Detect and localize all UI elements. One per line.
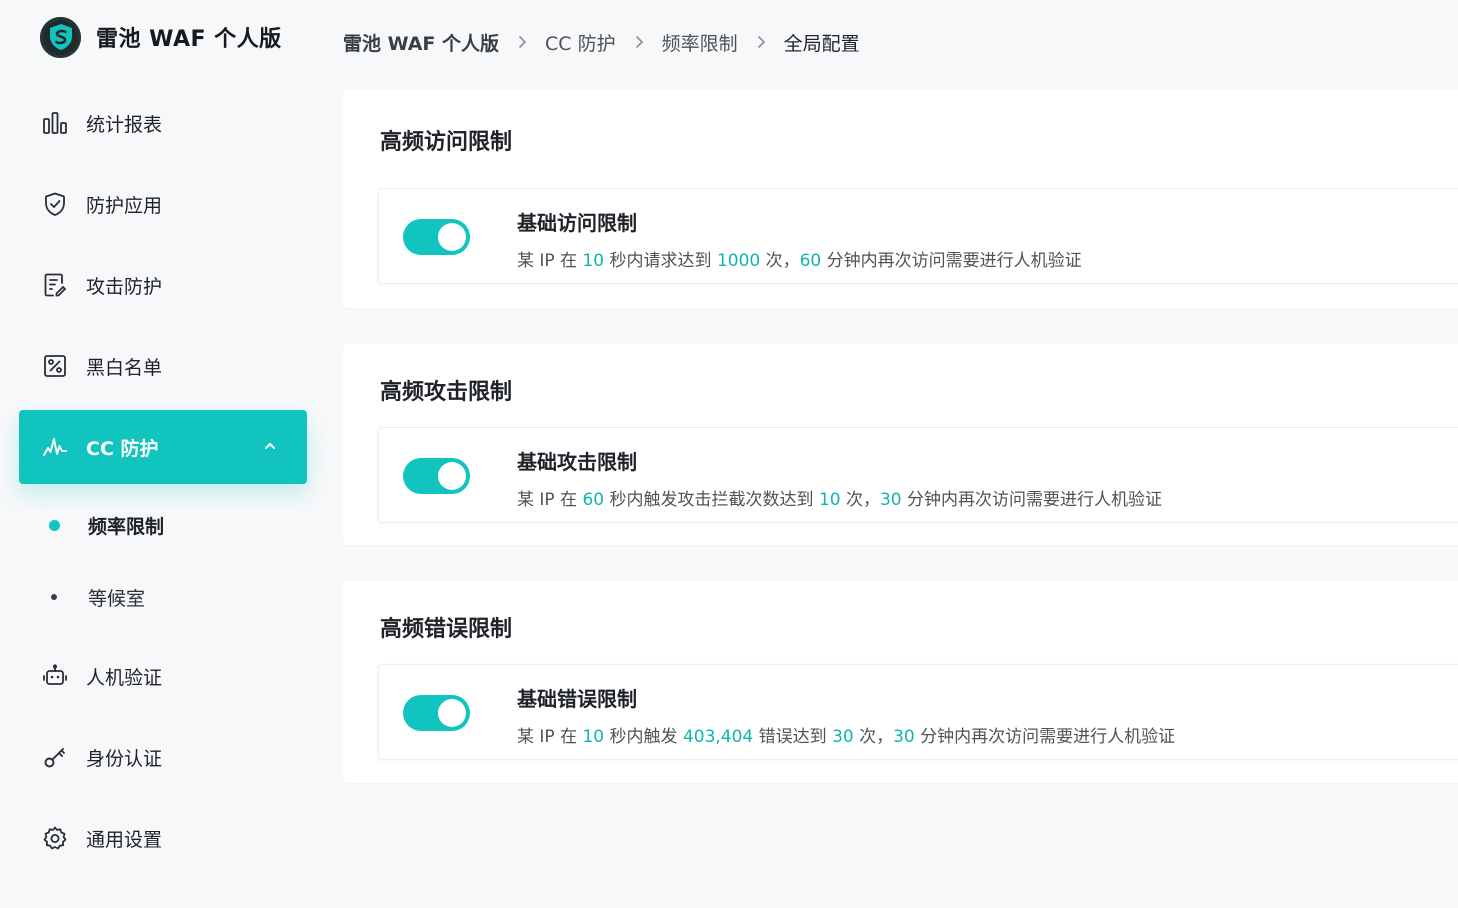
sidebar-item-label: 黑白名单	[86, 356, 163, 379]
sidebar: 雷池 WAF 个人版 统计报表 防护应用 攻击防护 黑白名单 CC 防护 频率限…	[0, 0, 326, 908]
rule-enable-toggle[interactable]	[403, 695, 470, 731]
brand[interactable]: 雷池 WAF 个人版	[40, 16, 282, 58]
section-title: 高频错误限制	[380, 617, 513, 642]
app-root: 雷池 WAF 个人版 统计报表 防护应用 攻击防护 黑白名单 CC 防护 频率限…	[0, 0, 1458, 908]
robot-icon	[41, 662, 69, 690]
rule-name: 基础攻击限制	[517, 450, 637, 474]
sidebar-subitem-waiting-room[interactable]: 等候室	[19, 561, 307, 633]
sidebar-item-cc-protection[interactable]: CC 防护	[19, 410, 307, 484]
section-high-frequency-error: 高频错误限制 基础错误限制 某 IP 在 10 秒内触发 403,404 错误达…	[343, 581, 1458, 783]
rule-text: 错误达到	[753, 727, 833, 747]
bullet-dot-icon	[51, 594, 57, 600]
rule-value: 1000	[716, 251, 761, 271]
rule-card-basic-error[interactable]: 基础错误限制 某 IP 在 10 秒内触发 403,404 错误达到 30 次，…	[378, 664, 1458, 760]
sidebar-item-authentication[interactable]: 身份认证	[19, 720, 307, 794]
breadcrumb-item-home[interactable]: 雷池 WAF 个人版	[343, 29, 499, 56]
rule-description: 某 IP 在 60 秒内触发攻击拦截次数达到 10 次，30 分钟内再次访问需要…	[517, 485, 1162, 510]
section-high-frequency-access: 高频访问限制 基础访问限制 某 IP 在 10 秒内请求达到 1000 次，60…	[343, 90, 1458, 308]
sidebar-item-attack-protection[interactable]: 攻击防护	[19, 248, 307, 322]
rule-card-basic-attack[interactable]: 基础攻击限制 某 IP 在 60 秒内触发攻击拦截次数达到 10 次，30 分钟…	[378, 427, 1458, 523]
sidebar-item-label: 防护应用	[86, 194, 163, 217]
cc-protection-submenu: 频率限制 等候室	[19, 489, 307, 633]
sidebar-item-label: 攻击防护	[86, 275, 163, 298]
toggle-knob	[438, 699, 466, 727]
activity-pulse-icon	[41, 433, 69, 461]
rule-value: 10	[582, 251, 605, 271]
bar-chart-icon	[41, 109, 69, 137]
sidebar-subitem-label: 等候室	[88, 587, 146, 610]
rule-text: 次，	[760, 251, 800, 271]
rule-text: 某 IP 在	[517, 727, 583, 747]
sidebar-item-statistics[interactable]: 统计报表	[19, 86, 307, 160]
rule-value: 30	[893, 727, 915, 747]
toggle-knob	[438, 223, 466, 251]
breadcrumb-item-current: 全局配置	[783, 32, 860, 55]
percent-square-icon	[41, 352, 69, 380]
sidebar-nav: 统计报表 防护应用 攻击防护 黑白名单 CC 防护 频率限制 等候室 人机验证 …	[19, 86, 307, 882]
shield-s-logo-icon	[40, 16, 81, 58]
section-high-frequency-attack: 高频攻击限制 基础攻击限制 某 IP 在 60 秒内触发攻击拦截次数达到 10 …	[343, 344, 1458, 545]
rule-description: 某 IP 在 10 秒内请求达到 1000 次，60 分钟内再次访问需要进行人机…	[517, 246, 1082, 271]
rule-value: 403,404	[682, 727, 754, 747]
rule-text: 次，	[853, 727, 894, 747]
rule-card-basic-access[interactable]: 基础访问限制 某 IP 在 10 秒内请求达到 1000 次，60 分钟内再次访…	[378, 188, 1458, 284]
rule-text: 秒内触发攻击拦截次数达到	[604, 490, 819, 510]
rule-text: 次，	[840, 490, 880, 510]
sidebar-item-protected-apps[interactable]: 防护应用	[19, 167, 307, 241]
sidebar-item-label: 人机验证	[86, 666, 163, 689]
sidebar-item-captcha[interactable]: 人机验证	[19, 639, 307, 713]
rule-value: 30	[879, 490, 902, 510]
chevron-right-icon	[517, 35, 527, 49]
rule-value: 30	[832, 727, 854, 747]
rule-text: 某 IP 在	[517, 490, 583, 510]
sidebar-item-label: 身份认证	[86, 747, 163, 770]
key-icon	[41, 743, 69, 771]
chevron-up-icon[interactable]	[263, 438, 277, 457]
chevron-right-icon	[634, 35, 644, 49]
section-title: 高频攻击限制	[380, 380, 513, 405]
section-title: 高频访问限制	[380, 130, 513, 155]
rule-value: 10	[582, 727, 605, 747]
rule-value: 60	[582, 490, 605, 510]
document-edit-icon	[41, 271, 69, 299]
sidebar-item-label: CC 防护	[86, 437, 159, 460]
rule-text: 分钟内再次访问需要进行人机验证	[901, 490, 1163, 510]
sidebar-item-label: 通用设置	[86, 828, 163, 851]
rule-enable-toggle[interactable]	[403, 458, 470, 494]
rule-name: 基础访问限制	[517, 211, 637, 235]
breadcrumb-item-rate-limit[interactable]: 频率限制	[662, 29, 738, 56]
rule-description: 某 IP 在 10 秒内触发 403,404 错误达到 30 次，30 分钟内再…	[517, 722, 1175, 747]
rule-text: 秒内请求达到	[604, 251, 717, 271]
breadcrumb: 雷池 WAF 个人版 CC 防护 频率限制 全局配置	[343, 26, 860, 58]
sidebar-item-label: 统计报表	[86, 113, 163, 136]
rule-text: 分钟内再次访问需要进行人机验证	[821, 251, 1082, 271]
sidebar-subitem-rate-limit[interactable]: 频率限制	[19, 489, 307, 561]
rule-value: 60	[799, 251, 822, 271]
sidebar-item-allow-deny-list[interactable]: 黑白名单	[19, 329, 307, 403]
rule-text: 秒内触发	[604, 727, 683, 747]
chevron-right-icon	[756, 35, 766, 49]
shield-check-icon	[41, 190, 69, 218]
gear-icon	[41, 824, 69, 852]
rule-text: 分钟内再次访问需要进行人机验证	[914, 727, 1176, 747]
rule-text: 某 IP 在	[517, 251, 583, 271]
breadcrumb-item-cc-protection[interactable]: CC 防护	[545, 29, 616, 56]
toggle-knob	[438, 462, 466, 490]
rule-name: 基础错误限制	[517, 687, 637, 711]
brand-title: 雷池 WAF 个人版	[96, 27, 282, 52]
active-dot-icon	[49, 519, 60, 531]
rule-value: 10	[818, 490, 841, 510]
rule-enable-toggle[interactable]	[403, 219, 470, 255]
sidebar-subitem-label: 频率限制	[88, 515, 165, 538]
sidebar-item-general-settings[interactable]: 通用设置	[19, 801, 307, 875]
